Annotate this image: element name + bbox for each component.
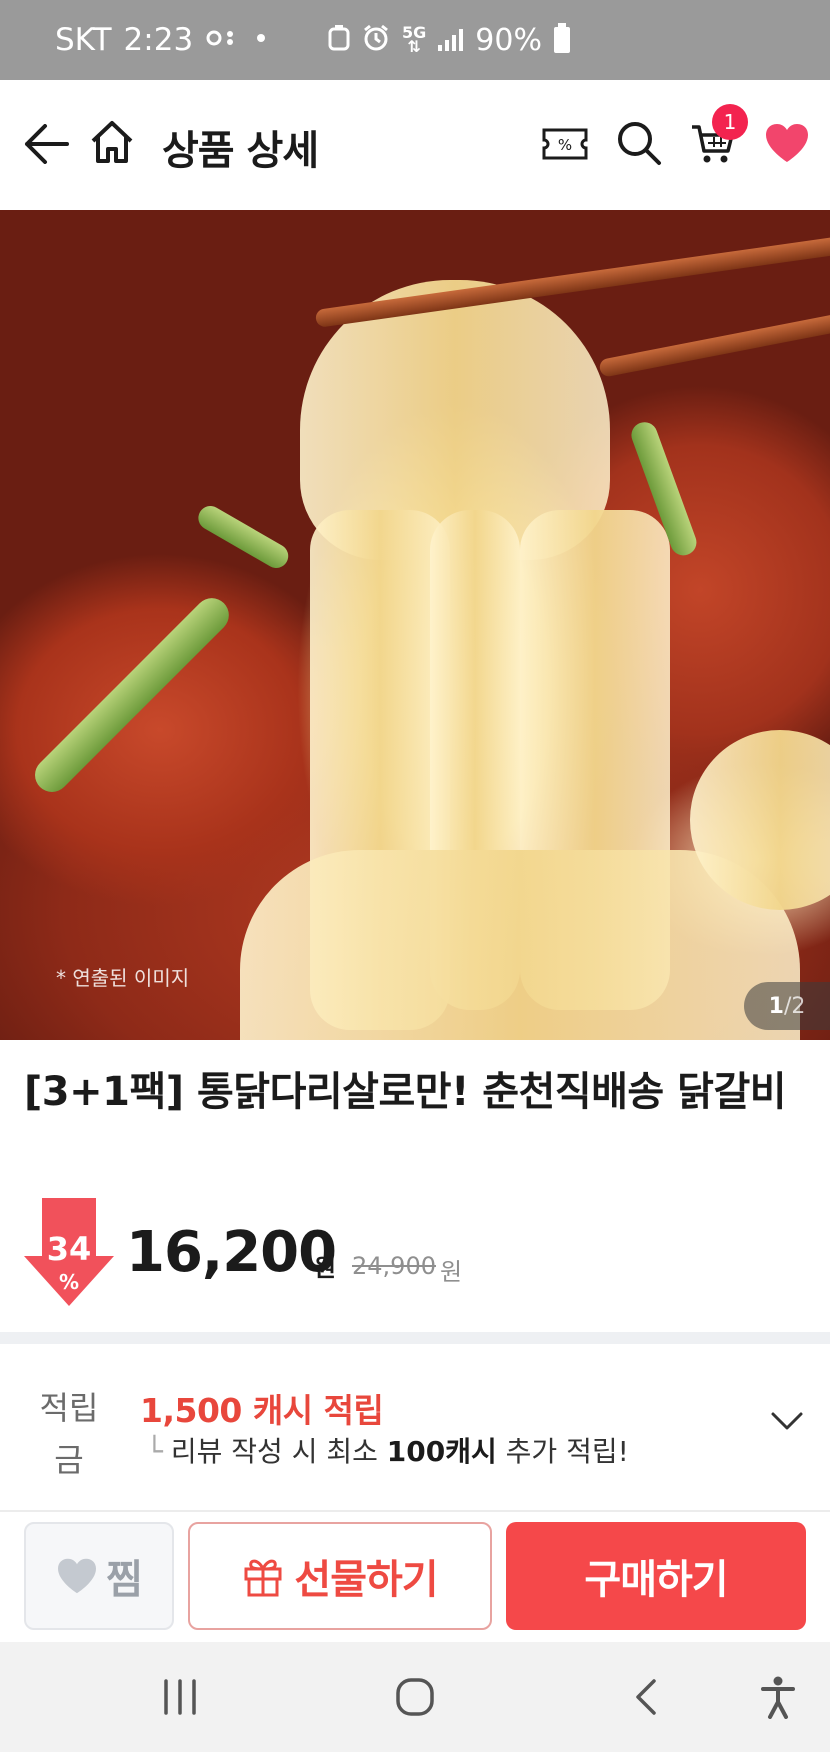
recent-apps-button[interactable] xyxy=(150,1642,210,1752)
discount-badge: 34 % xyxy=(24,1198,114,1308)
sale-price: 16,200 xyxy=(126,1220,337,1285)
home-circle-icon xyxy=(396,1678,434,1716)
wish-label: 찜 xyxy=(106,1557,143,1603)
heart-icon xyxy=(766,124,808,162)
search-icon xyxy=(618,122,661,165)
back-nav-button[interactable] xyxy=(615,1642,675,1752)
wish-button[interactable]: 찜 xyxy=(24,1522,174,1630)
home-button[interactable] xyxy=(86,112,138,172)
home-nav-button[interactable] xyxy=(385,1642,445,1752)
gift-button[interactable]: 선물하기 xyxy=(188,1522,492,1630)
points-expand-button[interactable] xyxy=(770,1410,804,1436)
discount-percent: 34 xyxy=(46,1230,92,1268)
points-label: 적립금 xyxy=(39,1389,99,1479)
heart-outline-icon xyxy=(58,1558,97,1594)
points-amount: 1,500 캐시 적립 xyxy=(140,1391,384,1430)
total-pages: /2 xyxy=(783,993,806,1019)
chevron-down-icon xyxy=(771,1412,803,1430)
network-type-icon: 5G ⇅ xyxy=(402,23,427,56)
scallion xyxy=(194,501,293,573)
image-page-indicator: 1/2 xyxy=(744,982,830,1030)
coupon-button[interactable]: % xyxy=(540,124,590,164)
buy-button[interactable]: 구매하기 xyxy=(506,1522,806,1630)
accessibility-icon xyxy=(761,1676,795,1719)
review-bonus-suffix: 추가 적립! xyxy=(496,1435,629,1468)
network-type: 5G xyxy=(402,23,427,42)
back-arrow-icon xyxy=(25,124,69,164)
system-navigation-bar xyxy=(0,1642,830,1752)
divider xyxy=(0,1510,830,1512)
original-price: 24,900 xyxy=(352,1252,436,1280)
discount-percent-sign: % xyxy=(58,1270,80,1294)
gift-label: 선물하기 xyxy=(294,1557,438,1603)
wishlist-button[interactable] xyxy=(762,118,812,168)
signal-icon xyxy=(438,29,464,51)
back-chevron-icon xyxy=(636,1679,656,1715)
battery-percent: 90% xyxy=(475,22,542,58)
corner-bullet-icon: └ xyxy=(146,1435,163,1468)
scallion xyxy=(27,591,236,800)
review-bonus-note: └ 리뷰 작성 시 최소 100캐시 추가 적립! xyxy=(146,1430,629,1470)
battery-icon xyxy=(553,23,570,53)
search-button[interactable] xyxy=(614,118,664,168)
recent-apps-icon xyxy=(164,1679,196,1715)
sale-price-unit: 원 xyxy=(314,1254,337,1282)
product-title: [3+1팩] 통닭다리살로만! 춘천직배송 닭갈비 xyxy=(24,1069,787,1115)
product-image-carousel[interactable]: * 연출된 이미지 1/2 xyxy=(0,210,830,1040)
clock: 2:23 xyxy=(123,22,194,58)
section-divider xyxy=(0,1332,830,1344)
link-icon xyxy=(205,28,239,53)
status-bar: SKT 2:23 5G ⇅ 90% xyxy=(0,0,830,80)
recycle-icon xyxy=(328,24,350,56)
cart-button[interactable]: 1 xyxy=(688,104,748,168)
top-app-bar: 상품 상세 % 1 xyxy=(0,80,830,210)
home-icon xyxy=(91,121,133,163)
cart-count-badge: 1 xyxy=(712,104,748,140)
review-bonus-amount: 100캐시 xyxy=(386,1435,497,1468)
chopstick xyxy=(314,234,830,328)
coupon-icon: % xyxy=(542,128,588,160)
image-caption: * 연출된 이미지 xyxy=(56,966,190,990)
carrier-label: SKT xyxy=(55,22,112,58)
buy-label: 구매하기 xyxy=(584,1557,728,1603)
dot-icon xyxy=(251,28,271,53)
alarm-icon xyxy=(362,24,390,57)
gift-icon xyxy=(244,1559,282,1597)
current-page: 1 xyxy=(768,993,784,1019)
chopstick xyxy=(598,310,830,378)
original-price-unit: 원 xyxy=(440,1258,463,1286)
review-bonus-prefix: 리뷰 작성 시 최소 xyxy=(170,1435,387,1468)
page-title: 상품 상세 xyxy=(162,128,319,174)
accessibility-button[interactable] xyxy=(748,1642,808,1752)
svg-text:%: % xyxy=(558,136,572,154)
back-button[interactable] xyxy=(18,114,74,174)
